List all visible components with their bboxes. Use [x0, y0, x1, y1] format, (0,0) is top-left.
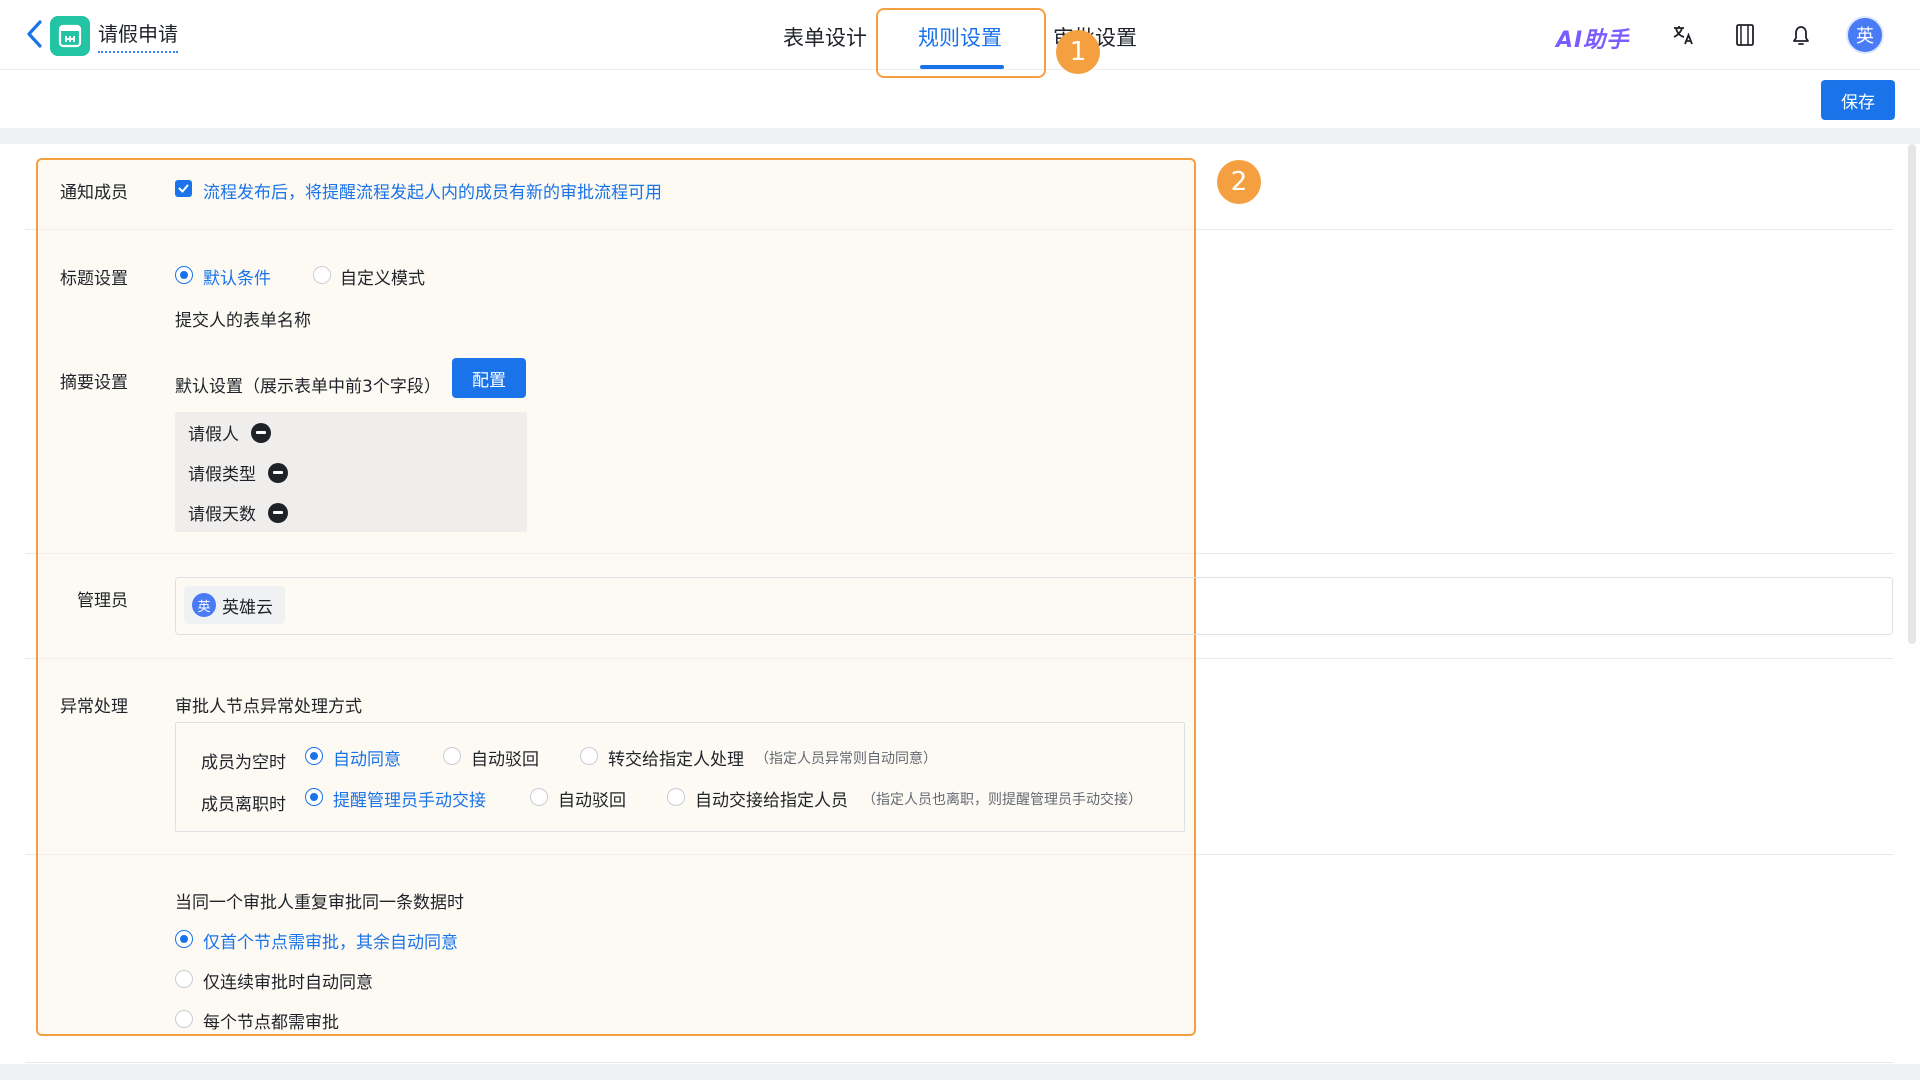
- exception-options-box: [175, 722, 1185, 832]
- summary-field: 请假类型: [188, 460, 288, 485]
- duplicate-question: 当同一个审批人重复审批同一条数据时: [175, 893, 464, 913]
- admin-user-name: 英雄云: [222, 597, 273, 618]
- title-custom-option[interactable]: 自定义模式: [340, 264, 425, 289]
- resigned-auto-reject-option[interactable]: 自动驳回: [558, 786, 626, 811]
- remove-field-icon[interactable]: [251, 422, 271, 443]
- summary-field-label: 请假天数: [188, 505, 256, 525]
- user-avatar[interactable]: 英: [1846, 16, 1884, 54]
- admin-user-tag[interactable]: 英 英雄云: [184, 586, 285, 624]
- tab-form-design[interactable]: 表单设计: [783, 22, 867, 52]
- app-title[interactable]: 请假申请: [98, 18, 178, 53]
- resigned-handover-option[interactable]: 自动交接给指定人员: [695, 786, 848, 811]
- empty-auto-reject-radio[interactable]: [443, 747, 461, 765]
- save-button[interactable]: 保存: [1821, 80, 1895, 120]
- remove-field-icon[interactable]: [268, 502, 288, 523]
- exception-subtitle: 审批人节点异常处理方式: [175, 697, 362, 717]
- bell-icon[interactable]: [1786, 20, 1816, 50]
- notify-label: 通知成员: [60, 183, 128, 203]
- title-custom-radio[interactable]: [313, 266, 331, 284]
- summary-setting-label: 摘要设置: [60, 373, 128, 393]
- empty-member-label: 成员为空时: [201, 753, 286, 773]
- dup-first-only-option[interactable]: 仅首个节点需审批，其余自动同意: [203, 928, 458, 953]
- notebook-icon[interactable]: [1730, 20, 1760, 50]
- empty-transfer-option[interactable]: 转交给指定人处理: [608, 745, 744, 770]
- translate-icon[interactable]: [1668, 20, 1698, 50]
- resigned-auto-reject-radio[interactable]: [530, 788, 548, 806]
- bottom-gap: [0, 1064, 1920, 1080]
- notify-checkbox-label[interactable]: 流程发布后，将提醒流程发起人内的成员有新的审批流程可用: [203, 178, 662, 203]
- check-icon: [178, 184, 189, 193]
- exception-label: 异常处理: [60, 697, 128, 717]
- notify-checkbox[interactable]: [175, 180, 192, 197]
- remove-field-icon[interactable]: [268, 462, 288, 483]
- scrollbar[interactable]: [1908, 144, 1916, 644]
- dup-every-node-radio[interactable]: [175, 1010, 193, 1028]
- summary-field: 请假人: [188, 420, 271, 445]
- resigned-handover-hint: （指定人员也离职，则提醒管理员手动交接）: [862, 792, 1142, 808]
- title-setting-label: 标题设置: [60, 269, 128, 289]
- empty-auto-reject-option[interactable]: 自动驳回: [471, 745, 539, 770]
- dup-every-node-option[interactable]: 每个节点都需审批: [203, 1008, 339, 1033]
- dup-consecutive-radio[interactable]: [175, 970, 193, 988]
- summary-field-list: 请假人 请假类型 请假天数: [175, 412, 527, 532]
- summary-description: 默认设置（展示表单中前3个字段）: [175, 377, 441, 397]
- tab-rule-settings[interactable]: 规则设置: [918, 22, 1002, 52]
- section-divider: [25, 1062, 1893, 1063]
- admin-selector[interactable]: 英 英雄云: [175, 577, 1893, 635]
- annotation-badge-2: 2: [1217, 160, 1261, 204]
- admin-label: 管理员: [77, 591, 128, 611]
- summary-field-label: 请假类型: [188, 465, 256, 485]
- resigned-member-label: 成员离职时: [201, 795, 286, 815]
- empty-transfer-hint: （指定人员异常则自动同意）: [755, 751, 937, 767]
- summary-field: 请假天数: [188, 500, 288, 525]
- app-icon: [50, 16, 90, 56]
- dup-consecutive-option[interactable]: 仅连续审批时自动同意: [203, 968, 373, 993]
- title-default-option[interactable]: 默认条件: [203, 264, 271, 289]
- top-bar: 请假申请 表单设计 规则设置 审批设置 1 AI助手 英 保存: [0, 0, 1920, 120]
- annotation-badge-1: 1: [1056, 30, 1100, 74]
- empty-auto-approve-option[interactable]: 自动同意: [333, 745, 401, 770]
- title-default-radio[interactable]: [175, 266, 193, 284]
- empty-auto-approve-radio[interactable]: [305, 747, 323, 765]
- resigned-remind-radio[interactable]: [305, 788, 323, 806]
- empty-transfer-radio[interactable]: [580, 747, 598, 765]
- configure-button[interactable]: 配置: [452, 358, 526, 398]
- summary-field-label: 请假人: [188, 425, 239, 445]
- active-tab-underline: [920, 65, 1004, 69]
- content-gap: [0, 128, 1920, 144]
- ai-assistant-button[interactable]: AI助手: [1556, 22, 1629, 54]
- admin-user-avatar: 英: [192, 593, 216, 617]
- resigned-handover-radio[interactable]: [667, 788, 685, 806]
- title-value: 提交人的表单名称: [175, 311, 311, 331]
- dup-first-only-radio[interactable]: [175, 930, 193, 948]
- back-arrow-icon[interactable]: [22, 18, 48, 50]
- resigned-remind-option[interactable]: 提醒管理员手动交接: [333, 786, 486, 811]
